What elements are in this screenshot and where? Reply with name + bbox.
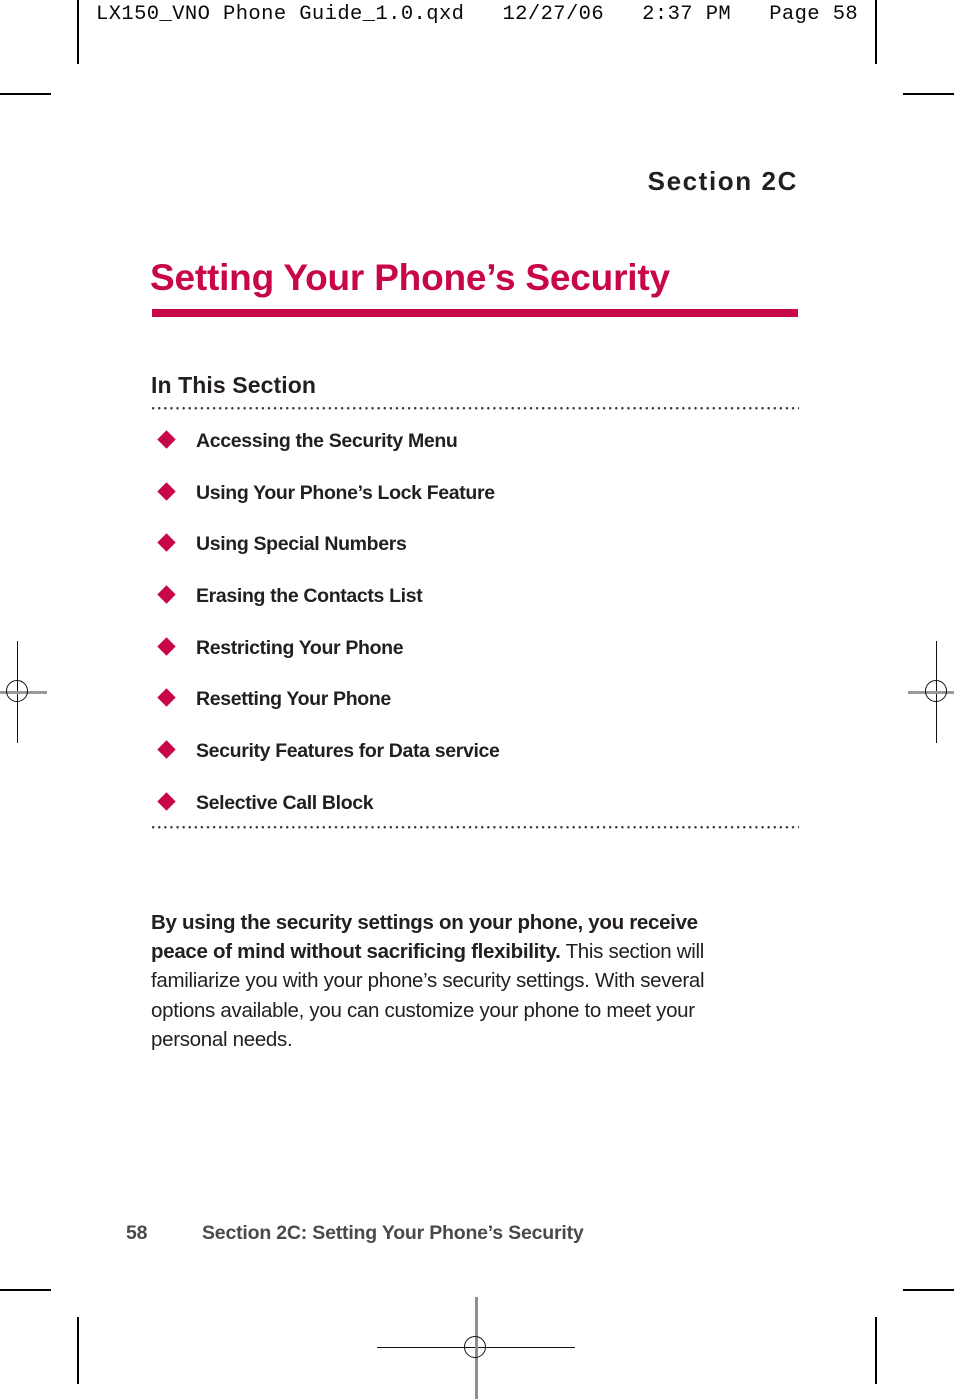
list-item-label: Accessing the Security Menu	[196, 430, 458, 452]
diamond-bullet-icon	[157, 481, 176, 501]
in-this-section-list: Accessing the Security Menu Using Your P…	[152, 428, 802, 842]
list-item-label: Resetting Your Phone	[196, 688, 391, 711]
list-item-label: Using Your Phone’s Lock Feature	[196, 481, 495, 504]
list-item-label: Using Special Numbers	[196, 533, 407, 556]
footer-page-number: 58	[126, 1222, 148, 1244]
section-kicker: Section 2C	[647, 166, 798, 196]
in-this-section-heading: In This Section	[151, 372, 317, 398]
list-item: Selective Call Block	[152, 790, 802, 842]
diamond-bullet-icon	[157, 430, 176, 449]
diamond-bullet-icon	[157, 792, 176, 811]
list-item-label: Security Features for Data service	[196, 740, 500, 763]
diamond-bullet-icon	[157, 585, 176, 604]
title-underline-rule	[152, 309, 798, 317]
dotted-rule-bottom	[152, 826, 799, 829]
list-item: Erasing the Contacts List	[152, 583, 802, 635]
list-item-label: Selective Call Block	[196, 791, 374, 814]
dotted-rule-top	[152, 407, 799, 410]
list-item: Accessing the Security Menu	[152, 428, 802, 480]
diamond-bullet-icon	[157, 740, 176, 759]
page-title: Setting Your Phone’s Security	[150, 257, 670, 298]
intro-paragraph: By using the security settings on your p…	[151, 908, 751, 1055]
list-item: Security Features for Data service	[152, 738, 802, 790]
list-item: Restricting Your Phone	[152, 635, 802, 687]
diamond-bullet-icon	[157, 533, 176, 553]
list-item: Using Special Numbers	[152, 531, 802, 583]
diamond-bullet-icon	[157, 637, 176, 656]
footer-running-title: Section 2C: Setting Your Phone’s Securit…	[202, 1222, 584, 1244]
diamond-bullet-icon	[157, 688, 176, 708]
list-item-label: Restricting Your Phone	[196, 636, 404, 659]
list-item-label: Erasing the Contacts List	[196, 585, 423, 608]
list-item: Using Your Phone’s Lock Feature	[152, 480, 802, 532]
page-footer: 58 Section 2C: Setting Your Phone’s Secur…	[126, 1222, 584, 1245]
list-item: Resetting Your Phone	[152, 686, 802, 738]
document-page: Section 2C Setting Your Phone’s Security…	[0, 0, 954, 1384]
